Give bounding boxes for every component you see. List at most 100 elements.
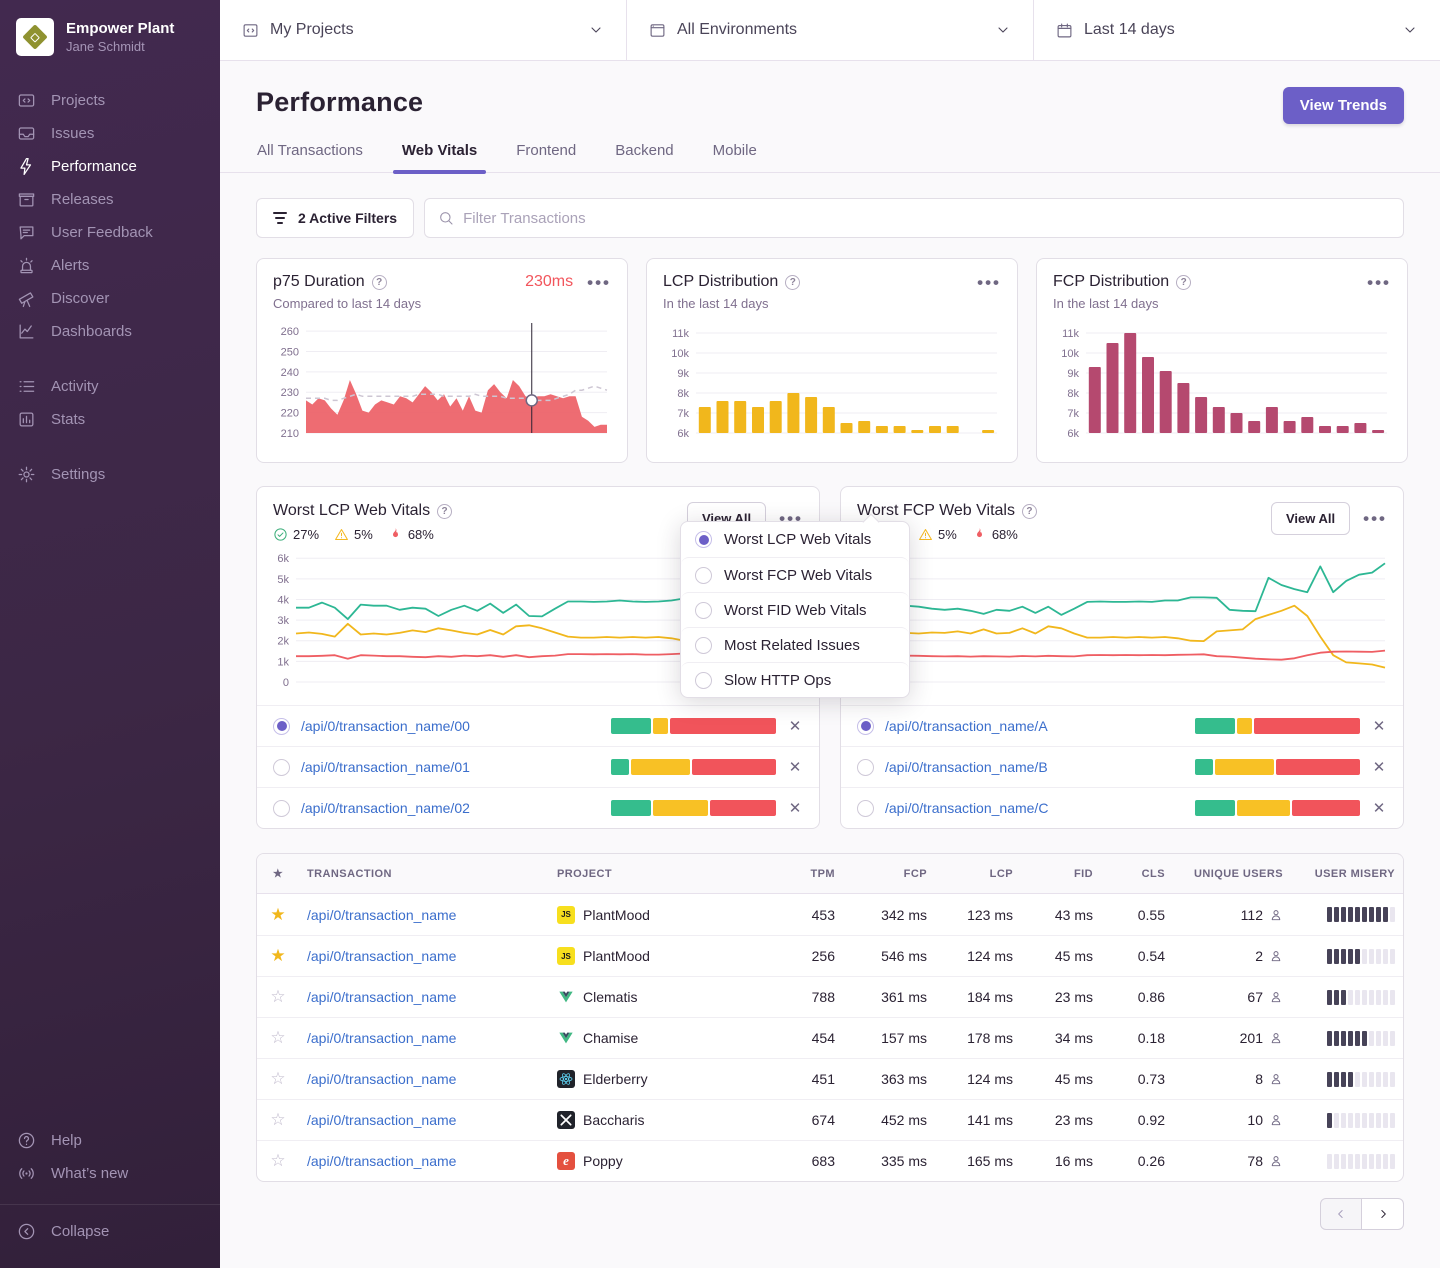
date-range-selector[interactable]: Last 14 days — [1033, 0, 1440, 60]
star-toggle[interactable]: ★ — [257, 905, 299, 925]
column-header-fid[interactable]: FID — [1021, 868, 1101, 880]
help-icon[interactable]: ? — [437, 504, 452, 519]
transaction-link[interactable]: /api/0/transaction_name — [307, 907, 456, 923]
sidebar-item-alerts[interactable]: Alerts — [0, 249, 220, 282]
sidebar-item-help[interactable]: Help — [0, 1124, 220, 1157]
option-radio[interactable] — [695, 637, 712, 654]
option-radio[interactable] — [695, 567, 712, 584]
search-input[interactable] — [463, 210, 1390, 227]
row-radio[interactable] — [273, 759, 290, 776]
tab-web-vitals[interactable]: Web Vitals — [401, 140, 478, 172]
sidebar-item-stats[interactable]: Stats — [0, 403, 220, 436]
card-menu-button[interactable]: ••• — [1367, 274, 1391, 291]
svg-text:5k: 5k — [277, 574, 289, 586]
star-toggle[interactable]: ☆ — [257, 987, 299, 1007]
close-icon[interactable]: ✕ — [1371, 799, 1387, 817]
view-all-button[interactable]: View All — [1271, 502, 1350, 535]
active-filters-button[interactable]: 2 Active Filters — [256, 198, 414, 238]
sidebar-item-user-feedback[interactable]: User Feedback — [0, 216, 220, 249]
column-header-fcp[interactable]: FCP — [843, 868, 935, 880]
tab-all-transactions[interactable]: All Transactions — [256, 140, 364, 172]
star-toggle[interactable]: ★ — [257, 946, 299, 966]
card-subtitle: In the last 14 days — [1053, 296, 1391, 311]
column-header-user-misery[interactable]: USER MISERY — [1291, 868, 1403, 880]
sidebar-item-settings[interactable]: Settings — [0, 458, 220, 491]
card-menu-button[interactable]: ••• — [1363, 510, 1387, 527]
vital-transaction-row: /api/0/transaction_name/B ✕ — [841, 746, 1403, 787]
svg-text:9k: 9k — [1067, 368, 1079, 380]
transaction-link[interactable]: /api/0/transaction_name/C — [885, 800, 1184, 816]
close-icon[interactable]: ✕ — [787, 758, 803, 776]
sidebar-item-what-s-new[interactable]: What’s new — [0, 1157, 220, 1190]
column-header-transaction[interactable]: TRANSACTION — [299, 868, 549, 880]
row-radio[interactable] — [273, 800, 290, 817]
dropdown-option-worst-fcp-web-vitals[interactable]: Worst FCP Web Vitals — [681, 557, 909, 592]
transactions-table: ★ TRANSACTIONPROJECTTPMFCPLCPFIDCLSUNIQUE… — [256, 853, 1404, 1182]
option-radio[interactable] — [695, 531, 712, 548]
option-radio[interactable] — [695, 672, 712, 689]
transaction-link[interactable]: /api/0/transaction_name — [307, 1112, 456, 1128]
tab-mobile[interactable]: Mobile — [712, 140, 758, 172]
environment-selector[interactable]: All Environments — [626, 0, 1033, 60]
sidebar-item-releases[interactable]: Releases — [0, 183, 220, 216]
org-switcher[interactable]: Empower Plant Jane Schmidt — [0, 0, 220, 66]
warning-icon — [334, 527, 349, 542]
transaction-link[interactable]: /api/0/transaction_name — [307, 948, 456, 964]
star-toggle[interactable]: ☆ — [257, 1151, 299, 1171]
row-radio[interactable] — [273, 718, 290, 735]
next-page-button[interactable] — [1362, 1198, 1404, 1230]
column-header-project[interactable]: PROJECT — [549, 868, 781, 880]
close-icon[interactable]: ✕ — [787, 799, 803, 817]
transaction-link[interactable]: /api/0/transaction_name — [307, 1153, 456, 1169]
column-header-tpm[interactable]: TPM — [781, 868, 843, 880]
row-radio[interactable] — [857, 800, 874, 817]
row-radio[interactable] — [857, 718, 874, 735]
close-icon[interactable]: ✕ — [1371, 717, 1387, 735]
transaction-link[interactable]: /api/0/transaction_name/A — [885, 718, 1184, 734]
help-icon[interactable]: ? — [1176, 275, 1191, 290]
transaction-link[interactable]: /api/0/transaction_name — [307, 989, 456, 1005]
tab-frontend[interactable]: Frontend — [515, 140, 577, 172]
tab-backend[interactable]: Backend — [614, 140, 674, 172]
sidebar-item-projects[interactable]: Projects — [0, 84, 220, 117]
dropdown-option-most-related-issues[interactable]: Most Related Issues — [681, 627, 909, 662]
p75-duration-card: p75 Duration ? 230ms ••• Compared to las… — [256, 258, 628, 463]
option-radio[interactable] — [695, 602, 712, 619]
p75-duration-chart: 260250240230220210 — [273, 319, 611, 452]
sidebar-item-dashboards[interactable]: Dashboards — [0, 315, 220, 348]
close-icon[interactable]: ✕ — [1371, 758, 1387, 776]
star-toggle[interactable]: ☆ — [257, 1028, 299, 1048]
star-toggle[interactable]: ☆ — [257, 1069, 299, 1089]
help-icon[interactable]: ? — [1022, 504, 1037, 519]
sidebar-item-activity[interactable]: Activity — [0, 370, 220, 403]
transaction-link[interactable]: /api/0/transaction_name/00 — [301, 718, 600, 734]
sidebar-item-performance[interactable]: Performance — [0, 150, 220, 183]
column-header-lcp[interactable]: LCP — [935, 868, 1021, 880]
transaction-link[interactable]: /api/0/transaction_name/02 — [301, 800, 600, 816]
close-icon[interactable]: ✕ — [787, 717, 803, 735]
card-menu-button[interactable]: ••• — [977, 274, 1001, 291]
dropdown-option-slow-http-ops[interactable]: Slow HTTP Ops — [681, 662, 909, 697]
transaction-link[interactable]: /api/0/transaction_name — [307, 1030, 456, 1046]
column-header-unique-users[interactable]: UNIQUE USERS — [1173, 868, 1291, 880]
row-radio[interactable] — [857, 759, 874, 776]
project-selector[interactable]: My Projects — [220, 0, 626, 60]
dropdown-option-worst-lcp-web-vitals[interactable]: Worst LCP Web Vitals — [681, 522, 909, 557]
fcp-value: 342 ms — [843, 907, 935, 923]
column-header-cls[interactable]: CLS — [1101, 868, 1173, 880]
help-icon[interactable]: ? — [372, 275, 387, 290]
help-icon[interactable]: ? — [785, 275, 800, 290]
dropdown-option-worst-fid-web-vitals[interactable]: Worst FID Web Vitals — [681, 592, 909, 627]
view-trends-button[interactable]: View Trends — [1283, 87, 1404, 124]
sidebar-item-discover[interactable]: Discover — [0, 282, 220, 315]
transaction-link[interactable]: /api/0/transaction_name — [307, 1071, 456, 1087]
transaction-link[interactable]: /api/0/transaction_name/B — [885, 759, 1184, 775]
transaction-link[interactable]: /api/0/transaction_name/01 — [301, 759, 600, 775]
sidebar-nav: ProjectsIssuesPerformanceReleasesUser Fe… — [0, 84, 220, 513]
previous-page-button[interactable] — [1320, 1198, 1362, 1230]
card-menu-button[interactable]: ••• — [587, 274, 611, 291]
sidebar-collapse-button[interactable]: Collapse — [0, 1215, 220, 1248]
sidebar-item-issues[interactable]: Issues — [0, 117, 220, 150]
discover-icon — [17, 289, 36, 308]
star-toggle[interactable]: ☆ — [257, 1110, 299, 1130]
